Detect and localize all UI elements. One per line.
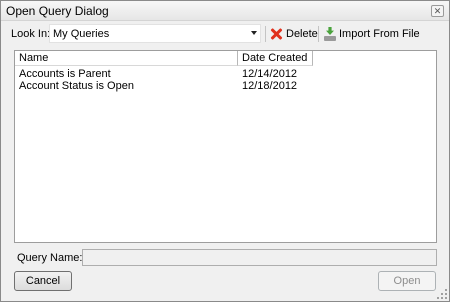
- import-icon: [324, 27, 336, 41]
- close-button[interactable]: ✕: [431, 5, 444, 17]
- column-header-name[interactable]: Name: [15, 51, 238, 66]
- resize-grip[interactable]: [437, 289, 447, 299]
- delete-icon: [270, 27, 283, 41]
- delete-button[interactable]: Delete: [270, 25, 318, 43]
- toolbar-separator: [265, 26, 266, 42]
- query-name-label: Query Name:: [17, 252, 83, 264]
- query-name-field[interactable]: [82, 249, 437, 266]
- toolbar-separator: [318, 26, 319, 42]
- close-icon: ✕: [433, 6, 442, 16]
- window-title: Open Query Dialog: [6, 4, 109, 18]
- open-button[interactable]: Open: [378, 271, 436, 291]
- look-in-value: My Queries: [53, 28, 110, 40]
- title-bar: Open Query Dialog ✕: [1, 1, 449, 21]
- chevron-down-icon: [251, 31, 257, 35]
- import-label: Import From File: [339, 28, 420, 40]
- query-name-cell: Accounts is Parent: [19, 68, 111, 80]
- query-name-cell: Account Status is Open: [19, 80, 134, 92]
- query-list[interactable]: Name Date Created Accounts is Parent 12/…: [14, 50, 437, 243]
- list-header: Name Date Created: [15, 51, 436, 66]
- delete-label: Delete: [286, 28, 318, 40]
- table-row[interactable]: Account Status is Open 12/18/2012: [15, 80, 436, 93]
- cancel-button[interactable]: Cancel: [14, 271, 72, 291]
- column-header-date-created[interactable]: Date Created: [238, 51, 313, 66]
- toolbar: Look In: My Queries Delete Import From F…: [1, 23, 449, 45]
- date-created-cell: 12/18/2012: [242, 80, 298, 92]
- look-in-label: Look In:: [11, 28, 51, 40]
- look-in-dropdown[interactable]: My Queries: [49, 24, 261, 43]
- open-query-dialog: Open Query Dialog ✕ Look In: My Queries …: [0, 0, 450, 302]
- import-from-file-button[interactable]: Import From File: [324, 25, 420, 43]
- date-created-cell: 12/14/2012: [242, 68, 298, 80]
